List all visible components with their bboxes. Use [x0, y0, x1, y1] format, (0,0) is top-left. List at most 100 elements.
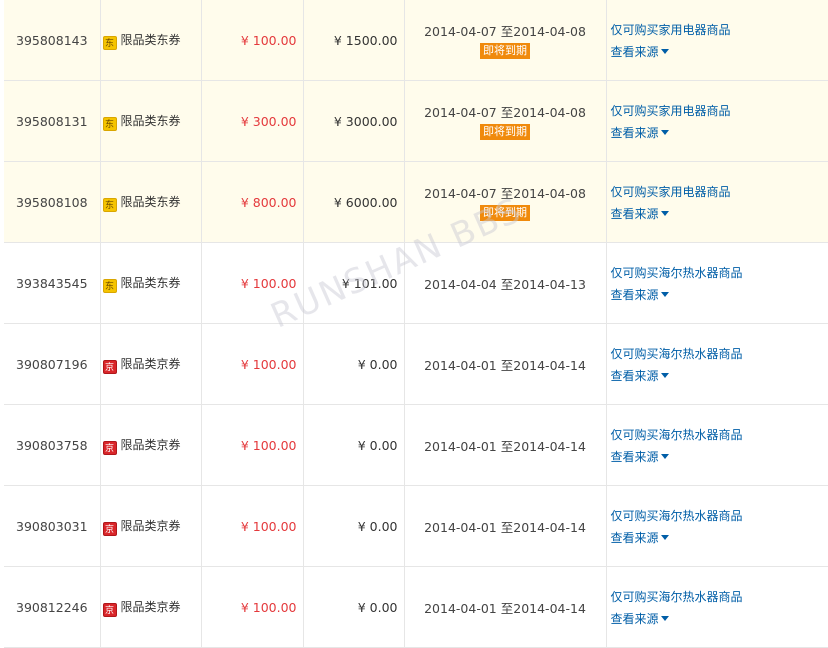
coupon-validity: 2014-04-01 至2014-04-14 [404, 567, 606, 648]
currency-symbol: ¥ [241, 276, 249, 291]
coupon-scope: 仅可购买海尔热水器商品查看来源 [606, 567, 828, 648]
end-date: 2014-04-14 [513, 439, 586, 454]
end-date: 2014-04-14 [513, 520, 586, 535]
start-date: 2014-04-01 [424, 358, 497, 373]
view-source-link[interactable]: 查看来源 [611, 610, 828, 627]
coupon-table: 395808143东限品类东券¥ 100.00¥ 1500.002014-04-… [4, 0, 828, 648]
coupon-type-label: 限品类东券 [121, 276, 181, 290]
coupon-id-text: 390807196 [16, 357, 88, 372]
validity-range: 2014-04-01 至2014-04-14 [405, 517, 606, 536]
view-source-link[interactable]: 查看来源 [611, 529, 828, 546]
coupon-badge-icon: 东 [103, 36, 117, 50]
coupon-face-value: ¥ 800.00 [201, 162, 303, 243]
coupon-id-text: 390803031 [16, 519, 88, 534]
view-source-label: 查看来源 [611, 288, 659, 302]
end-date: 2014-04-08 [513, 186, 586, 201]
validity-range: 2014-04-01 至2014-04-14 [405, 355, 606, 374]
currency-symbol: ¥ [358, 600, 366, 615]
coupon-scope: 仅可购买家用电器商品查看来源 [606, 0, 828, 81]
coupon-type-label: 限品类京券 [121, 357, 181, 371]
currency-symbol: ¥ [241, 114, 249, 129]
scope-text: 仅可购买海尔热水器商品 [611, 588, 828, 605]
view-source-link[interactable]: 查看来源 [611, 286, 828, 303]
coupon-type: 东限品类东券 [100, 81, 201, 162]
currency-symbol: ¥ [334, 114, 342, 129]
coupon-type: 东限品类东券 [100, 162, 201, 243]
coupon-min-spend: ¥ 6000.00 [303, 162, 404, 243]
view-source-link[interactable]: 查看来源 [611, 448, 828, 465]
start-date: 2014-04-04 [424, 277, 497, 292]
coupon-id-text: 395808143 [16, 33, 88, 48]
coupon-scope: 仅可购买海尔热水器商品查看来源 [606, 405, 828, 486]
min-spend-amount: 3000.00 [346, 114, 398, 129]
view-source-link[interactable]: 查看来源 [611, 124, 828, 141]
end-date: 2014-04-08 [513, 24, 586, 39]
coupon-scope: 仅可购买海尔热水器商品查看来源 [606, 243, 828, 324]
view-source-label: 查看来源 [611, 45, 659, 59]
chevron-down-icon [661, 292, 669, 297]
face-value-amount: 100.00 [253, 357, 297, 372]
face-value-amount: 100.00 [253, 600, 297, 615]
chevron-down-icon [661, 130, 669, 135]
expiring-badge: 即将到期 [480, 124, 530, 140]
min-spend-amount: 101.00 [354, 276, 398, 291]
currency-symbol: ¥ [241, 33, 249, 48]
coupon-id: 390807196 [4, 324, 100, 405]
coupon-validity: 2014-04-04 至2014-04-13 [404, 243, 606, 324]
min-spend-amount: 0.00 [370, 519, 398, 534]
coupon-badge-icon: 京 [103, 360, 117, 374]
coupon-type-label: 限品类东券 [121, 33, 181, 47]
face-value-amount: 100.00 [253, 276, 297, 291]
coupon-face-value: ¥ 100.00 [201, 486, 303, 567]
view-source-link[interactable]: 查看来源 [611, 367, 828, 384]
start-date: 2014-04-01 [424, 439, 497, 454]
scope-text: 仅可购买家用电器商品 [611, 102, 828, 119]
date-separator: 至 [501, 24, 514, 39]
coupon-badge-icon: 京 [103, 522, 117, 536]
coupon-face-value: ¥ 100.00 [201, 567, 303, 648]
coupon-type-label: 限品类京券 [121, 519, 181, 533]
start-date: 2014-04-01 [424, 520, 497, 535]
coupon-badge-icon: 京 [103, 603, 117, 617]
date-separator: 至 [501, 520, 514, 535]
coupon-id: 393843545 [4, 243, 100, 324]
coupon-type: 东限品类东券 [100, 243, 201, 324]
start-date: 2014-04-07 [424, 24, 497, 39]
currency-symbol: ¥ [241, 438, 249, 453]
date-separator: 至 [501, 105, 514, 120]
coupon-scope: 仅可购买海尔热水器商品查看来源 [606, 486, 828, 567]
coupon-row: 395808108东限品类东券¥ 800.00¥ 6000.002014-04-… [4, 162, 828, 243]
coupon-id: 390812246 [4, 567, 100, 648]
view-source-link[interactable]: 查看来源 [611, 43, 828, 60]
start-date: 2014-04-07 [424, 186, 497, 201]
expiring-badge: 即将到期 [480, 205, 530, 221]
chevron-down-icon [661, 454, 669, 459]
validity-range: 2014-04-07 至2014-04-08 [405, 102, 606, 121]
start-date: 2014-04-01 [424, 601, 497, 616]
validity-range: 2014-04-07 至2014-04-08 [405, 21, 606, 40]
coupon-validity: 2014-04-01 至2014-04-14 [404, 324, 606, 405]
coupon-min-spend: ¥ 0.00 [303, 405, 404, 486]
coupon-face-value: ¥ 300.00 [201, 81, 303, 162]
view-source-link[interactable]: 查看来源 [611, 205, 828, 222]
view-source-label: 查看来源 [611, 450, 659, 464]
coupon-row: 395808143东限品类东券¥ 100.00¥ 1500.002014-04-… [4, 0, 828, 81]
currency-symbol: ¥ [241, 600, 249, 615]
scope-text: 仅可购买海尔热水器商品 [611, 264, 828, 281]
coupon-row: 390812246京限品类京券¥ 100.00¥ 0.002014-04-01 … [4, 567, 828, 648]
coupon-scope: 仅可购买家用电器商品查看来源 [606, 162, 828, 243]
min-spend-amount: 6000.00 [346, 195, 398, 210]
coupon-row: 390807196京限品类京券¥ 100.00¥ 0.002014-04-01 … [4, 324, 828, 405]
coupon-validity: 2014-04-07 至2014-04-08即将到期 [404, 0, 606, 81]
coupon-face-value: ¥ 100.00 [201, 0, 303, 81]
end-date: 2014-04-14 [513, 601, 586, 616]
end-date: 2014-04-14 [513, 358, 586, 373]
validity-range: 2014-04-01 至2014-04-14 [405, 436, 606, 455]
chevron-down-icon [661, 373, 669, 378]
coupon-min-spend: ¥ 3000.00 [303, 81, 404, 162]
end-date: 2014-04-08 [513, 105, 586, 120]
view-source-label: 查看来源 [611, 126, 659, 140]
face-value-amount: 100.00 [253, 519, 297, 534]
coupon-badge-icon: 东 [103, 198, 117, 212]
coupon-type: 京限品类京券 [100, 324, 201, 405]
